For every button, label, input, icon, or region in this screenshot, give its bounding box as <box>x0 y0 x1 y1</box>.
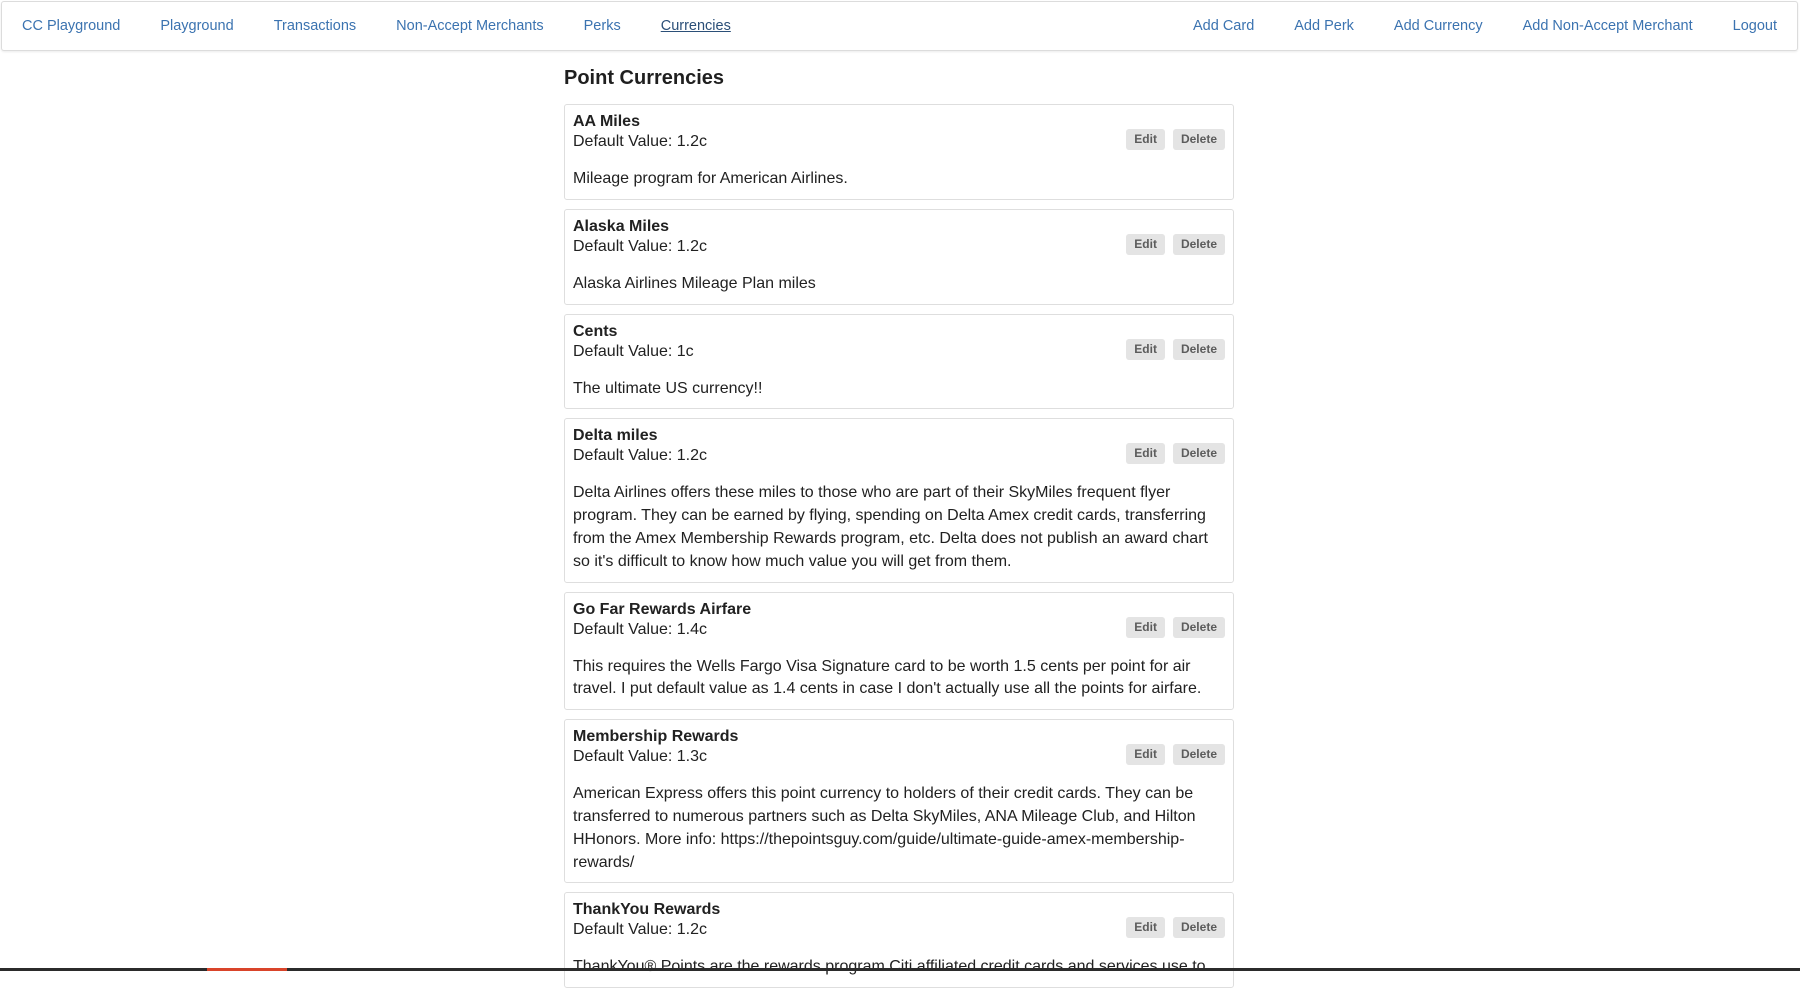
delete-button[interactable]: Delete <box>1172 338 1225 360</box>
currency-description: American Express offers this point curre… <box>573 785 1196 871</box>
delete-button[interactable]: Delete <box>1172 443 1225 465</box>
card-actions: Edit Delete <box>1126 129 1225 150</box>
currency-description: Alaska Airlines Mileage Plan miles <box>573 274 816 292</box>
main-content: Point Currencies AA Miles Default Value:… <box>564 66 1234 997</box>
delete-button[interactable]: Delete <box>1172 616 1225 638</box>
card-actions: Edit Delete <box>1126 917 1225 939</box>
currency-card-go-far-rewards: Go Far Rewards Airfare Default Value: 1.… <box>564 591 1234 711</box>
nav-logout[interactable]: Logout <box>1713 1 1785 51</box>
currency-card-thankyou-rewards: ThankYou Rewards Default Value: 1.2c Edi… <box>564 892 1234 989</box>
currency-card-delta-miles: Delta miles Default Value: 1.2c Edit Del… <box>564 418 1234 583</box>
card-actions: Edit Delete <box>1126 443 1225 465</box>
delete-button[interactable]: Delete <box>1172 233 1225 255</box>
nav-cc-playground[interactable]: CC Playground <box>14 1 140 51</box>
currency-description: This requires the Wells Fargo Visa Signa… <box>573 657 1202 698</box>
edit-button[interactable]: Edit <box>1126 616 1165 638</box>
currency-card-alaska-miles: Alaska Miles Default Value: 1.2c Edit De… <box>564 208 1234 305</box>
card-actions: Edit Delete <box>1126 233 1225 255</box>
nav-non-accept-merchants[interactable]: Non-Accept Merchants <box>376 1 563 51</box>
nav-right-group: Add Card Add Perk Add Currency Add Non-A… <box>1173 1 1785 51</box>
top-navbar: CC Playground Playground Transactions No… <box>1 1 1798 51</box>
edit-button[interactable]: Edit <box>1126 744 1165 766</box>
edit-button[interactable]: Edit <box>1126 129 1165 150</box>
currency-card-aa-miles: AA Miles Default Value: 1.2c Edit Delete… <box>564 104 1234 200</box>
delete-button[interactable]: Delete <box>1172 744 1225 766</box>
delete-button[interactable]: Delete <box>1172 917 1225 939</box>
currency-description: Mileage program for American Airlines. <box>573 170 848 187</box>
currency-description: The ultimate US currency!! <box>573 379 763 397</box>
nav-add-non-accept-merchant[interactable]: Add Non-Accept Merchant <box>1503 1 1713 51</box>
nav-perks[interactable]: Perks <box>564 1 641 51</box>
delete-button[interactable]: Delete <box>1172 129 1225 150</box>
currency-card-cents: Cents Default Value: 1c Edit Delete The … <box>564 313 1234 410</box>
nav-transactions[interactable]: Transactions <box>254 1 376 51</box>
card-actions: Edit Delete <box>1126 744 1225 766</box>
edit-button[interactable]: Edit <box>1126 338 1165 360</box>
nav-currencies[interactable]: Currencies <box>641 1 751 51</box>
currency-description: Delta Airlines offers these miles to tho… <box>573 484 1208 570</box>
nav-add-currency[interactable]: Add Currency <box>1374 1 1503 51</box>
nav-add-card[interactable]: Add Card <box>1173 1 1274 51</box>
page-title: Point Currencies <box>564 67 725 89</box>
card-actions: Edit Delete <box>1126 616 1225 638</box>
nav-add-perk[interactable]: Add Perk <box>1274 1 1374 51</box>
nav-left-group: CC Playground Playground Transactions No… <box>14 1 751 51</box>
card-actions: Edit Delete <box>1126 338 1225 360</box>
edit-button[interactable]: Edit <box>1126 443 1165 465</box>
nav-playground[interactable]: Playground <box>140 1 253 51</box>
edit-button[interactable]: Edit <box>1126 233 1165 255</box>
edit-button[interactable]: Edit <box>1126 917 1165 939</box>
currency-card-membership-rewards: Membership Rewards Default Value: 1.3c E… <box>564 719 1234 884</box>
